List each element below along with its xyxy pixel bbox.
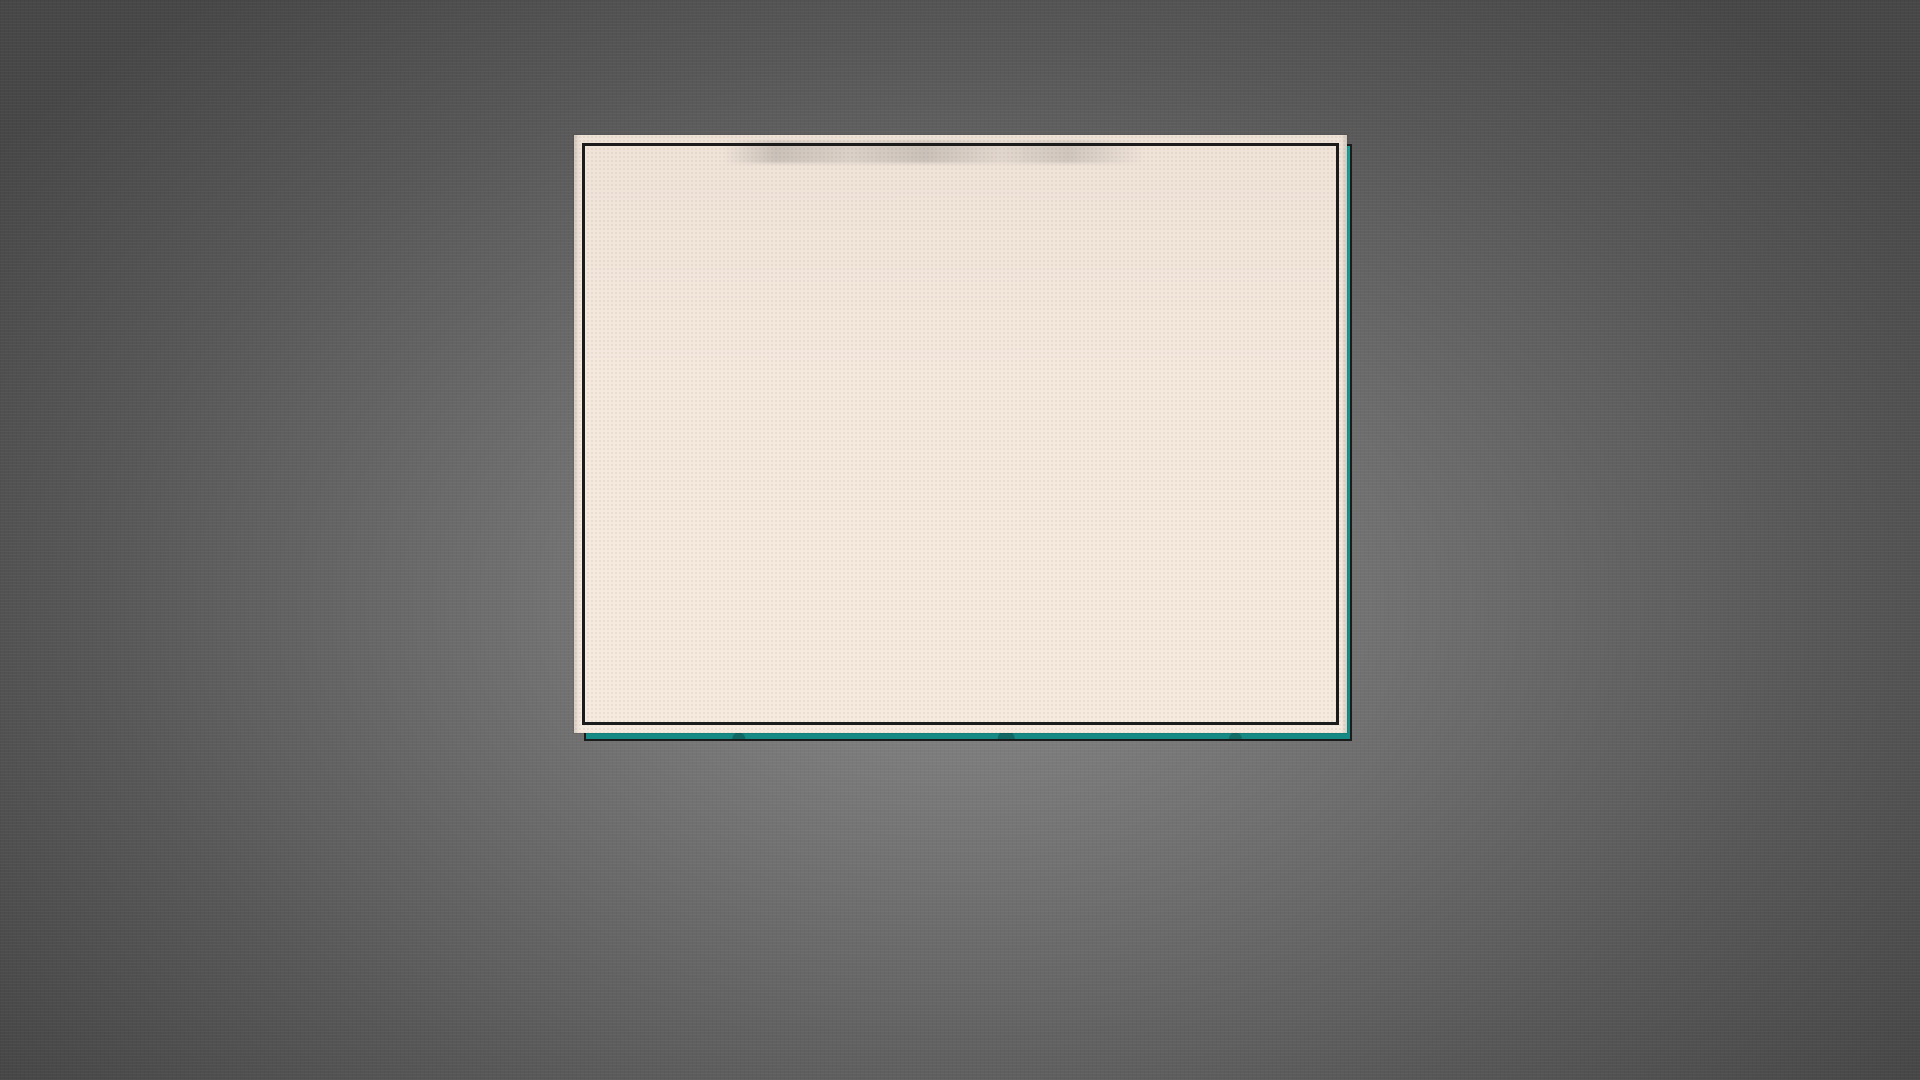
card-inner-border (582, 143, 1339, 725)
card-edge-wear-right (1341, 135, 1347, 733)
card-edge-wear-left (574, 135, 580, 733)
blank-card (574, 135, 1347, 733)
